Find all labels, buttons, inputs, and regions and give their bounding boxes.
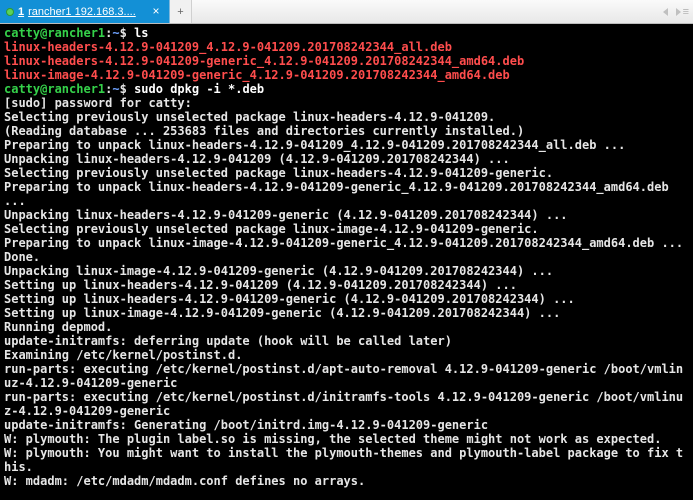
terminal-line: W: plymouth: You might want to install t… — [4, 446, 683, 474]
terminal-line: Setting up linux-image-4.12.9-041209-gen… — [4, 306, 560, 320]
ls-output-line: linux-headers-4.12.9-041209_4.12.9-04120… — [4, 40, 452, 54]
tab-nav-controls: ≡ — [659, 0, 693, 23]
terminal-line: Preparing to unpack linux-image-4.12.9-0… — [4, 236, 683, 250]
terminal-line: Running depmod. — [4, 320, 112, 334]
terminal-line: (Reading database ... 253683 files and d… — [4, 124, 524, 138]
terminal-line: Preparing to unpack linux-headers-4.12.9… — [4, 138, 625, 152]
prompt-sigil: $ — [120, 26, 134, 40]
terminal-line: update-initramfs: Generating /boot/initr… — [4, 418, 488, 432]
terminal-line: Unpacking linux-headers-4.12.9-041209 (4… — [4, 152, 510, 166]
add-tab-button[interactable]: + — [170, 0, 192, 23]
tab-close-button[interactable]: × — [149, 5, 163, 19]
command-ls: ls — [134, 26, 148, 40]
chevron-right-icon[interactable] — [676, 8, 681, 16]
terminal-line: Selecting previously unselected package … — [4, 222, 539, 236]
prompt-userhost: catty@rancher1 — [4, 26, 105, 40]
terminal-line: Unpacking linux-image-4.12.9-041209-gene… — [4, 264, 553, 278]
prompt-userhost: catty@rancher1 — [4, 82, 105, 96]
terminal-line: Examining /etc/kernel/postinst.d. — [4, 348, 242, 362]
status-dot-icon — [6, 8, 14, 16]
terminal-line: Unpacking linux-headers-4.12.9-041209-ge… — [4, 208, 568, 222]
terminal-line: update-initramfs: deferring update (hook… — [4, 334, 452, 348]
prompt-path: ~ — [112, 82, 119, 96]
tab-number: 1 — [18, 6, 24, 18]
prompt-sigil: $ — [120, 82, 134, 96]
menu-icon[interactable]: ≡ — [683, 6, 689, 18]
terminal-line: Setting up linux-headers-4.12.9-041209 (… — [4, 278, 517, 292]
tab-bar: 1 rancher1 192.168.3.... × + ≡ — [0, 0, 693, 24]
terminal-line: run-parts: executing /etc/kernel/postins… — [4, 362, 683, 390]
chevron-left-icon[interactable] — [663, 8, 668, 16]
terminal-line: W: mdadm: /etc/mdadm/mdadm.conf defines … — [4, 474, 365, 488]
terminal-line: W: plymouth: The plugin label.so is miss… — [4, 432, 661, 446]
terminal-line: Done. — [4, 250, 40, 264]
command-dpkg: sudo dpkg -i *.deb — [134, 82, 264, 96]
terminal-line: Selecting previously unselected package … — [4, 166, 553, 180]
terminal-output[interactable]: catty@rancher1:~$ ls linux-headers-4.12.… — [0, 24, 693, 500]
prompt-path: ~ — [112, 26, 119, 40]
tab-label: rancher1 192.168.3.... — [28, 6, 145, 18]
ls-output-line: linux-headers-4.12.9-041209-generic_4.12… — [4, 54, 524, 68]
terminal-line: run-parts: executing /etc/kernel/postins… — [4, 390, 683, 418]
tab-session-1[interactable]: 1 rancher1 192.168.3.... × — [0, 0, 170, 23]
terminal-line: Setting up linux-headers-4.12.9-041209-g… — [4, 292, 575, 306]
terminal-line: Selecting previously unselected package … — [4, 110, 495, 124]
terminal-line: Preparing to unpack linux-headers-4.12.9… — [4, 180, 676, 208]
ls-output-line: linux-image-4.12.9-041209-generic_4.12.9… — [4, 68, 510, 82]
terminal-line: [sudo] password for catty: — [4, 96, 192, 110]
